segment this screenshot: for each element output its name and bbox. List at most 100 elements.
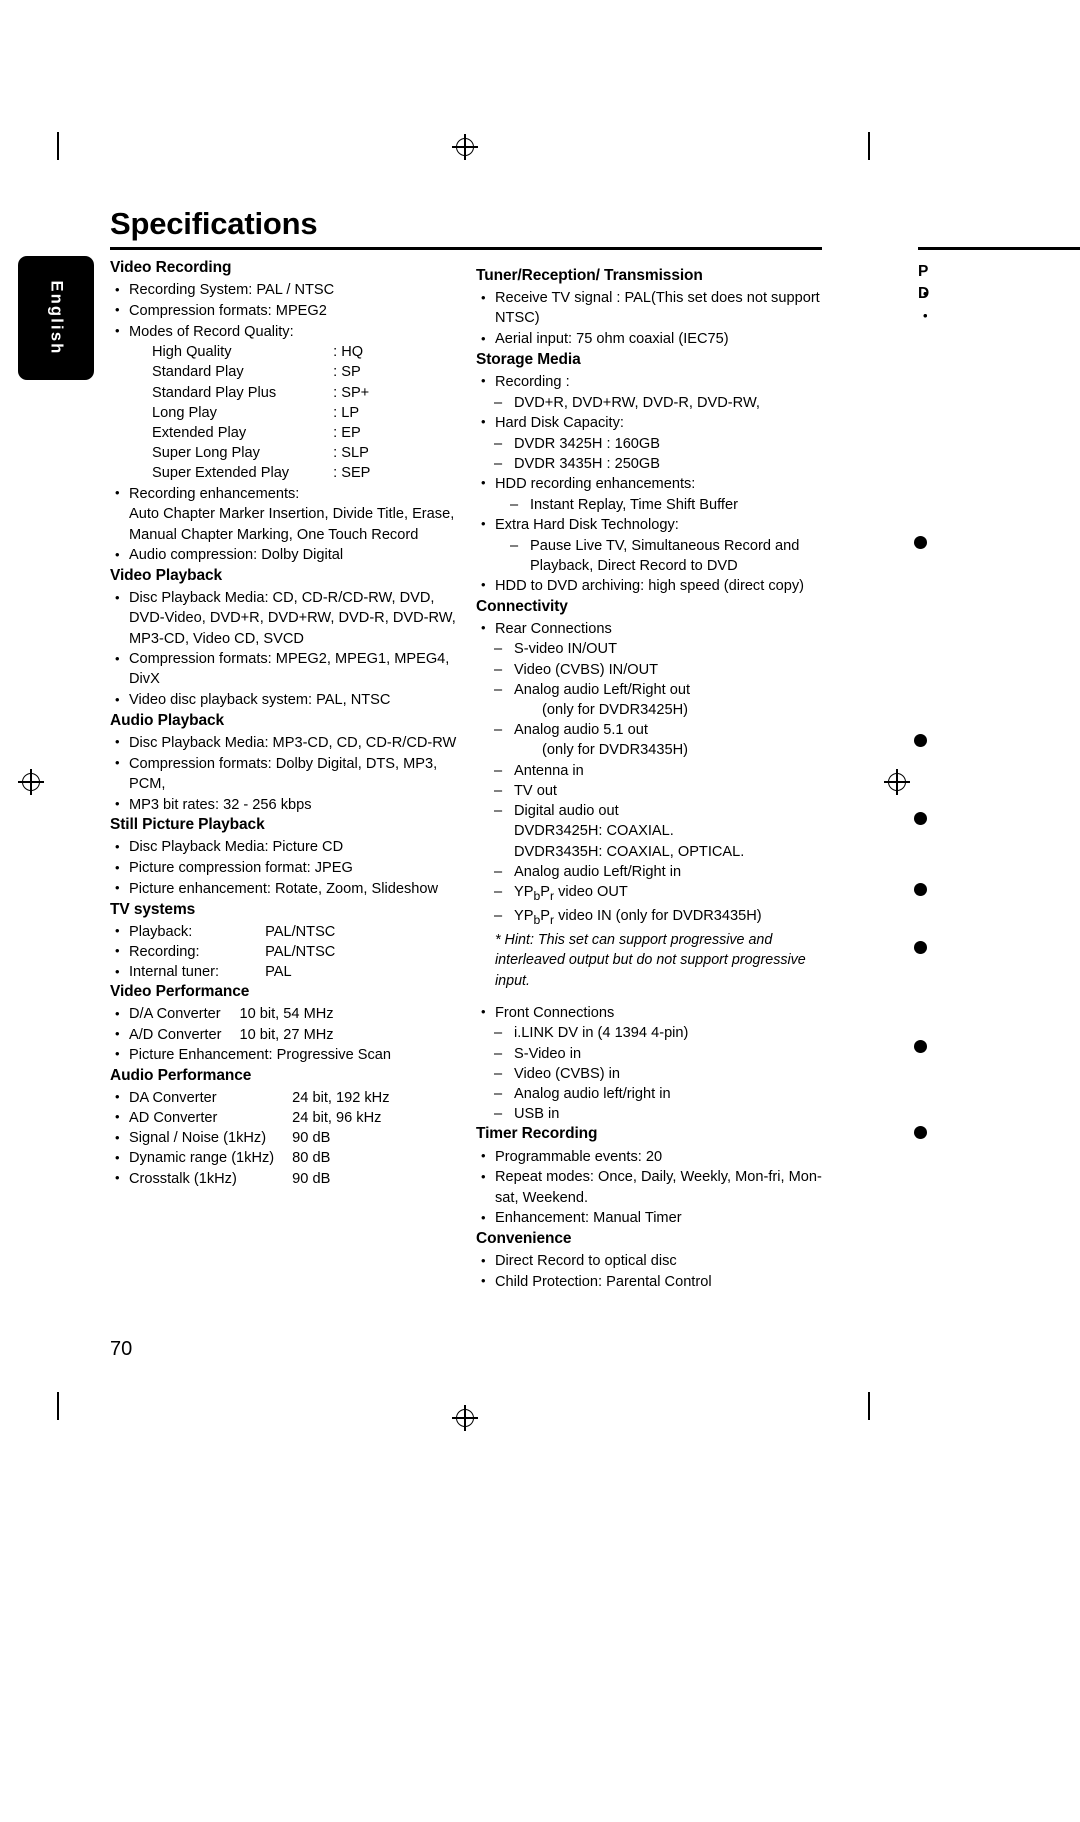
list-item: Video (CVBS) IN/OUT: [476, 660, 824, 680]
list-item: Compression formats: MPEG2: [110, 300, 460, 321]
hdd-enhancements-values: Instant Replay, Time Shift Buffer: [476, 495, 824, 515]
crop-mark-top-left: [57, 132, 59, 160]
list-item: Recording System: PAL / NTSC: [110, 280, 460, 300]
list-item: Extra Hard Disk Technology:: [476, 514, 824, 535]
bleed-dot: [914, 1126, 927, 1139]
third-column-partial: P D: [918, 262, 1078, 326]
page-number: 70: [110, 1338, 133, 1360]
section-heading-timer-recording: Timer Recording: [476, 1125, 598, 1143]
section-heading-tuner: Tuner/Reception/ Transmission: [476, 267, 703, 284]
video-recording-list-after: Recording enhancements: Auto Chapter Mar…: [110, 483, 460, 566]
list-item: DVD+R, DVD+RW, DVD-R, DVD-RW,: [476, 393, 824, 413]
extra-hd-technology-values: Pause Live TV, Simultaneous Record and P…: [476, 536, 824, 576]
row-value: PAL: [265, 964, 292, 981]
convenience-list: Direct Record to optical disc Child Prot…: [476, 1251, 824, 1292]
mode-code: : SLP: [333, 445, 369, 462]
row-value: 10 bit, 54 MHz: [239, 1006, 334, 1023]
table-row: Standard Play Plus : SP+: [152, 383, 370, 403]
bleed-dot: [914, 883, 927, 896]
table-row: Long Play : LP: [152, 403, 370, 423]
table-row: Playback: PAL/NTSC: [110, 921, 335, 942]
list-item: Antenna in: [476, 761, 824, 781]
list-item: Disc Playback Media: MP3-CD, CD, CD-R/CD…: [110, 732, 460, 753]
record-quality-modes-table: High Quality : HQ Standard Play : SP Sta…: [152, 342, 370, 483]
bleed-dot: [914, 941, 927, 954]
crop-mark-bottom-right: [868, 1392, 870, 1420]
left-column: Video Recording Recording System: PAL / …: [110, 258, 460, 1189]
table-row: Super Long Play : SLP: [152, 443, 370, 463]
hdd-capacity-list: Hard Disk Capacity:: [476, 412, 824, 433]
bleed-dot: [914, 1040, 927, 1053]
table-row: Extended Play : EP: [152, 423, 370, 443]
list-item: Audio compression: Dolby Digital: [110, 545, 460, 565]
row-label: Recording:: [110, 941, 227, 962]
section-heading-audio-playback: Audio Playback: [110, 711, 225, 729]
list-item: Disc Playback Media: CD, CD-R/CD-RW, DVD…: [110, 588, 460, 649]
mode-name: Long Play: [152, 404, 217, 421]
table-row: DA Converter 24 bit, 192 kHz: [110, 1087, 390, 1108]
crop-mark-bottom-left: [57, 1392, 59, 1420]
bleed-dot: [914, 734, 927, 747]
crop-mark-top-right: [868, 132, 870, 160]
list-item: Aerial input: 75 ohm coaxial (IEC75): [476, 329, 824, 349]
list-item: Child Protection: Parental Control: [476, 1271, 824, 1292]
list-item: MP3 bit rates: 32 - 256 kbps: [110, 794, 460, 815]
list-item: Analog audio Left/Right out (only for DV…: [476, 680, 824, 720]
storage-recording-media-list: DVD+R, DVD+RW, DVD-R, DVD-RW,: [476, 393, 824, 413]
list-item: S-video IN/OUT: [476, 639, 824, 659]
list-item: Modes of Record Quality:: [110, 321, 460, 342]
list-item: Compression formats: Dolby Digital, DTS,…: [110, 753, 460, 794]
row-value: PAL/NTSC: [265, 943, 336, 960]
table-row: Signal / Noise (1kHz) 90 dB: [110, 1128, 390, 1148]
mode-name: High Quality: [152, 344, 232, 361]
language-side-tab: English: [18, 256, 94, 380]
list-item: Pause Live TV, Simultaneous Record and P…: [476, 536, 824, 576]
rear-connections-label: Rear Connections: [476, 618, 824, 639]
audio-performance-table: DA Converter 24 bit, 192 kHz AD Converte…: [110, 1087, 390, 1189]
list-item: Rear Connections: [476, 618, 824, 639]
table-row: Standard Play : SP: [152, 362, 370, 382]
language-side-tab-label: English: [47, 280, 66, 356]
tv-systems-table: Playback: PAL/NTSC Recording: PAL/NTSC I…: [110, 921, 336, 983]
video-performance-list: Picture Enhancement: Progressive Scan: [110, 1044, 460, 1065]
section-heading-connectivity: Connectivity: [476, 597, 568, 615]
page-title: Specifications: [110, 206, 318, 241]
mode-name: Standard Play: [152, 364, 244, 381]
rear-item-label: Digital audio out: [514, 803, 619, 820]
rear-item-note: (only for DVDR3425H): [542, 702, 688, 719]
section-heading-video-performance: Video Performance: [110, 983, 250, 1001]
table-row: Crosstalk (1kHz) 90 dB: [110, 1168, 390, 1189]
list-item: Hard Disk Capacity:: [476, 412, 824, 433]
row-label: Crosstalk (1kHz): [110, 1168, 282, 1189]
row-label: Signal / Noise (1kHz): [110, 1128, 282, 1148]
list-item: Repeat modes: Once, Daily, Weekly, Mon-f…: [476, 1167, 824, 1207]
list-item: Direct Record to optical disc: [476, 1251, 824, 1271]
rear-item-note: (only for DVDR3435H): [542, 742, 688, 759]
mode-code: : LP: [333, 404, 360, 421]
mode-name: Super Extended Play: [152, 465, 290, 482]
front-connections-label: Front Connections: [476, 1002, 824, 1023]
table-row: Dynamic range (1kHz) 80 dB: [110, 1148, 390, 1168]
row-value: 90 dB: [292, 1170, 331, 1187]
list-item: Video disc playback system: PAL, NTSC: [110, 690, 460, 710]
rear-item-label: Analog audio 5.1 out: [514, 722, 648, 739]
table-row: Super Extended Play : SEP: [152, 463, 370, 483]
registration-mark-left: [18, 769, 44, 795]
still-picture-playback-list: Disc Playback Media: Picture CD Picture …: [110, 837, 460, 899]
section-heading-partial-2: D: [918, 285, 930, 303]
list-item: Disc Playback Media: Picture CD: [110, 837, 460, 857]
list-item: Front Connections: [476, 1002, 824, 1023]
mode-code: : HQ: [333, 344, 364, 361]
row-value: 80 dB: [292, 1150, 331, 1167]
tuner-list: Receive TV signal : PAL(This set does no…: [476, 288, 824, 349]
row-label: DA Converter: [110, 1087, 282, 1108]
list-item: Digital audio out DVDR3425H: COAXIAL. DV…: [476, 801, 824, 862]
front-connections-list: i.LINK DV in (4 1394 4-pin) S-Video in V…: [476, 1023, 824, 1124]
row-label: A/D Converter: [110, 1024, 229, 1045]
row-label: D/A Converter: [110, 1004, 229, 1024]
list-item: Receive TV signal : PAL(This set does no…: [476, 288, 824, 328]
hdd-enhancements-list: HDD recording enhancements:: [476, 473, 824, 494]
list-item: HDD to DVD archiving: high speed (direct…: [476, 575, 824, 596]
section-heading-partial-1: P: [918, 263, 929, 280]
list-item: YPbPr video OUT: [476, 882, 824, 906]
